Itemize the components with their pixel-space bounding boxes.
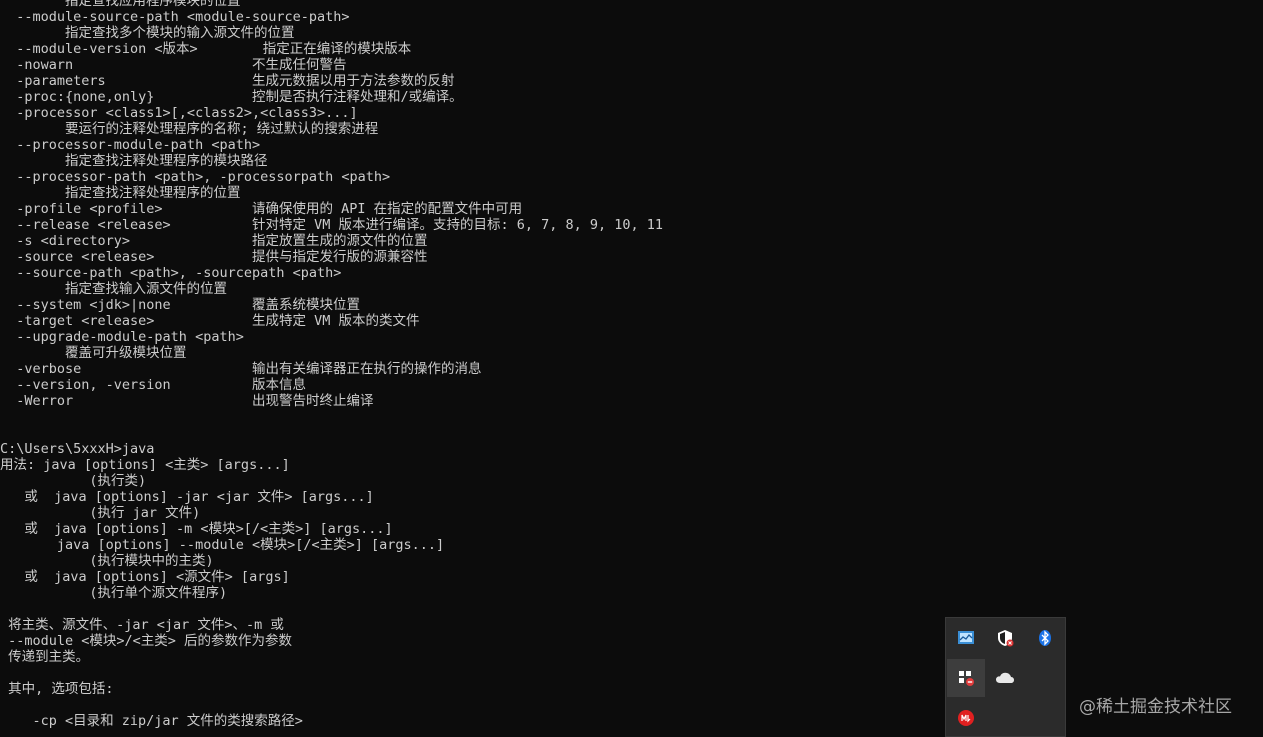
- console-line: -s <directory> 指定放置生成的源文件的位置: [0, 233, 428, 249]
- console-line: 指定查找多个模块的输入源文件的位置: [0, 25, 295, 41]
- console-line: 用法: java [options] <主类> [args...]: [0, 457, 290, 473]
- console-line: -processor <class1>[,<class2>,<class3>..…: [0, 105, 358, 121]
- console-line: (执行模块中的主类): [0, 553, 214, 569]
- console-line: 或 java [options] <源文件> [args]: [0, 569, 290, 585]
- console-line: --source-path <path>, -sourcepath <path>: [0, 265, 342, 281]
- network-monitor-icon[interactable]: [947, 619, 985, 657]
- console-line: --release <release> 针对特定 VM 版本进行编译。支持的目标…: [0, 217, 664, 233]
- console-line: 或 java [options] -jar <jar 文件> [args...]: [0, 489, 374, 505]
- console-line: -source <release> 提供与指定发行版的源兼容性: [0, 249, 428, 265]
- console-line: -profile <profile> 请确保使用的 API 在指定的配置文件中可…: [0, 201, 523, 217]
- console-line: --version, -version 版本信息: [0, 377, 306, 393]
- security-shield-icon[interactable]: [986, 619, 1024, 657]
- console-line: 或 java [options] -m <模块>[/<主类>] [args...…: [0, 521, 393, 537]
- app-blocked-icon[interactable]: [947, 659, 985, 697]
- console-line: -cp <目录和 zip/jar 文件的类搜索路径>: [0, 713, 303, 729]
- console-line: -verbose 输出有关编译器正在执行的操作的消息: [0, 361, 482, 377]
- console-line: -Werror 出现警告时终止编译: [0, 393, 374, 409]
- console-line: --processor-path <path>, -processorpath …: [0, 169, 391, 185]
- console-line: -parameters 生成元数据以用于方法参数的反射: [0, 73, 455, 89]
- console-line: 指定查找输入源文件的位置: [0, 281, 228, 297]
- console-line: 其中, 选项包括:: [0, 681, 114, 697]
- console-line: 传递到主类。: [0, 649, 90, 665]
- console-line: --module-source-path <module-source-path…: [0, 9, 350, 25]
- console-line: --system <jdk>|none 覆盖系统模块位置: [0, 297, 360, 313]
- watermark-text: @稀土掘金技术社区: [1079, 697, 1232, 717]
- console-line: 将主类、源文件、-jar <jar 文件>、-m 或: [0, 617, 284, 633]
- console-line: C:\Users\5xxxH>java: [0, 441, 155, 457]
- console-line: 指定查找注释处理程序的位置: [0, 185, 241, 201]
- console-output: 指定查找应用程序模块的位置 --module-source-path <modu…: [0, 0, 1263, 737]
- system-tray-flyout: [945, 617, 1066, 737]
- console-line: java [options] --module <模块>[/<主类>] [arg…: [0, 537, 445, 553]
- console-line: (执行类): [0, 473, 147, 489]
- console-line: (执行 jar 文件): [0, 505, 201, 521]
- console-line: -proc:{none,only} 控制是否执行注释处理和/或编译。: [0, 89, 463, 105]
- console-line: --module-version <版本> 指定正在编译的模块版本: [0, 41, 412, 57]
- console-line: 指定查找注释处理程序的模块路径: [0, 153, 268, 169]
- console-line: (执行单个源文件程序): [0, 585, 228, 601]
- onedrive-cloud-icon[interactable]: [986, 659, 1024, 697]
- console-line: --processor-module-path <path>: [0, 137, 261, 153]
- console-line: 指定查找应用程序模块的位置: [0, 0, 241, 9]
- console-line: -target <release> 生成特定 VM 版本的类文件: [0, 313, 420, 329]
- console-line: --upgrade-module-path <path>: [0, 329, 244, 345]
- console-line: 要运行的注释处理程序的名称; 绕过默认的搜索进程: [0, 121, 379, 137]
- console-line: 覆盖可升级模块位置: [0, 345, 187, 361]
- console-line: -nowarn 不生成任何警告: [0, 57, 347, 73]
- console-line: --module <模块>/<主类> 后的参数作为参数: [0, 633, 293, 649]
- red-app-icon[interactable]: [947, 699, 985, 737]
- bluetooth-icon[interactable]: [1026, 619, 1064, 657]
